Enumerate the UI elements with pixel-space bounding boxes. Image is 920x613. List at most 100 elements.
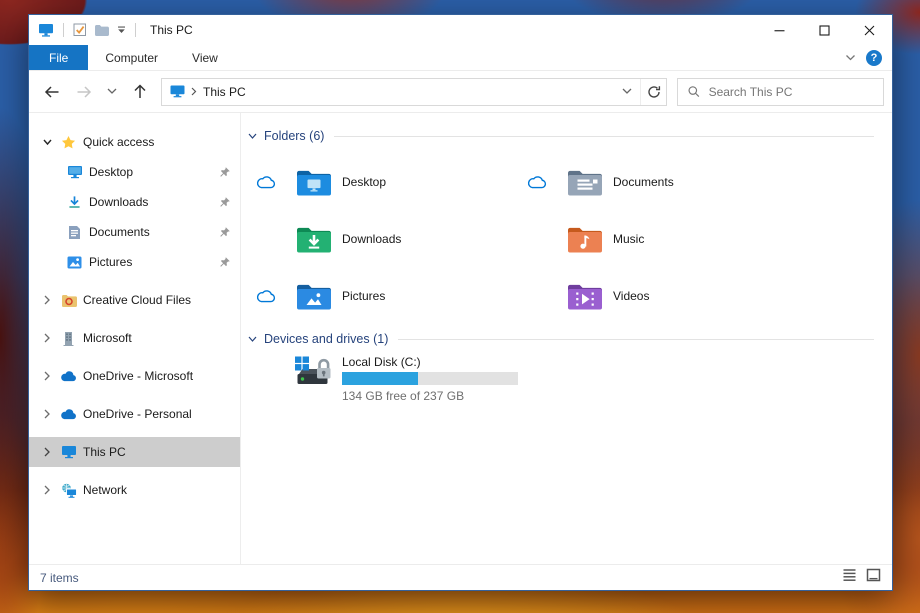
- sidebar-item-onedrive-personal[interactable]: OneDrive - Personal: [29, 399, 240, 429]
- sidebar-item-documents[interactable]: Documents: [29, 217, 240, 247]
- customize-toolbar-button[interactable]: [117, 26, 126, 34]
- tab-view[interactable]: View: [175, 45, 235, 70]
- downloads-folder-icon: [295, 223, 333, 254]
- onedrive-cloud-icon: [60, 370, 77, 382]
- chevron-down-icon: [42, 139, 52, 145]
- drive-name: Local Disk (C:): [342, 355, 421, 369]
- chevron-down-icon: [846, 54, 855, 60]
- folder-tile-music[interactable]: Music: [512, 210, 783, 267]
- tab-computer[interactable]: Computer: [88, 45, 175, 70]
- drive-tile-local-disk[interactable]: Local Disk (C:) 134 GB free of 237 GB: [241, 354, 874, 403]
- breadcrumb-label: This PC: [203, 84, 246, 99]
- folder-tile-desktop[interactable]: Desktop: [241, 153, 512, 210]
- pictures-folder-icon: [295, 280, 333, 311]
- this-pc-icon: [38, 23, 54, 38]
- thumbnail-view-button[interactable]: [866, 568, 881, 587]
- forward-arrow-icon: [77, 85, 92, 98]
- close-button[interactable]: [847, 15, 892, 45]
- pin-icon[interactable]: [219, 166, 231, 181]
- drive-usage-fill: [342, 372, 418, 385]
- documents-icon: [66, 225, 83, 240]
- pin-icon[interactable]: [219, 226, 231, 241]
- titlebar[interactable]: This PC: [29, 15, 892, 45]
- videos-folder-icon: [566, 280, 604, 311]
- network-icon: [60, 483, 77, 498]
- window-controls: [757, 15, 892, 45]
- up-arrow-icon: [134, 84, 146, 98]
- local-disk-icon: [293, 354, 335, 391]
- onedrive-cloud-icon: [60, 408, 77, 420]
- folder-tile-downloads[interactable]: Downloads: [241, 210, 512, 267]
- properties-button[interactable]: [73, 23, 87, 37]
- maximize-button[interactable]: [802, 15, 847, 45]
- status-bar: 7 items: [29, 564, 892, 590]
- minimize-ribbon-button[interactable]: [845, 49, 856, 67]
- folder-tile-pictures[interactable]: Pictures: [241, 267, 512, 324]
- back-button[interactable]: [37, 78, 67, 106]
- address-dropdown-button[interactable]: [614, 79, 640, 105]
- chevron-right-icon: [44, 447, 50, 457]
- minimize-icon: [774, 29, 785, 31]
- chevron-right-icon: [44, 409, 50, 419]
- chevron-down-icon: [622, 88, 632, 94]
- chevron-right-icon: [191, 87, 197, 96]
- tab-file[interactable]: File: [29, 45, 89, 70]
- recent-locations-button[interactable]: [101, 78, 123, 106]
- sidebar-item-onedrive-microsoft[interactable]: OneDrive - Microsoft: [29, 361, 240, 391]
- chevron-right-icon: [44, 295, 50, 305]
- chevron-down-icon: [107, 88, 117, 94]
- folder-tile-documents[interactable]: Documents: [512, 153, 783, 210]
- sidebar-item-pictures[interactable]: Pictures: [29, 247, 240, 277]
- sidebar-item-creative-cloud-files[interactable]: Creative Cloud Files: [29, 285, 240, 315]
- forward-button[interactable]: [69, 78, 99, 106]
- sync-status-cloud-icon: [527, 175, 547, 189]
- folders-grid: Desktop Downloads Pictures Documents Mus…: [241, 153, 874, 324]
- ribbon-tabs: File Computer View ?: [29, 45, 892, 71]
- pin-icon[interactable]: [219, 256, 231, 271]
- pin-icon[interactable]: [219, 196, 231, 211]
- quick-access-star-icon: [60, 135, 77, 150]
- sidebar-item-microsoft[interactable]: Microsoft: [29, 323, 240, 353]
- navigation-pane: Quick access Desktop Downloads Documents…: [29, 113, 241, 564]
- close-icon: [864, 25, 875, 35]
- sidebar-item-desktop[interactable]: Desktop: [29, 157, 240, 187]
- new-folder-icon: [94, 24, 109, 36]
- sidebar-item-downloads[interactable]: Downloads: [29, 187, 240, 217]
- toolbar-separator: [63, 23, 64, 37]
- minimize-button[interactable]: [757, 15, 802, 45]
- details-view-icon: [843, 569, 856, 581]
- desktop-folder-icon: [295, 166, 333, 197]
- back-arrow-icon: [44, 85, 59, 98]
- maximize-icon: [819, 24, 830, 36]
- window-title: This PC: [150, 23, 193, 37]
- drive-usage-bar: [342, 372, 518, 385]
- desktop-icon: [66, 165, 83, 179]
- items-count: 7 items: [40, 570, 79, 585]
- building-icon: [60, 331, 77, 346]
- search-box[interactable]: [677, 77, 884, 106]
- refresh-button[interactable]: [640, 78, 666, 105]
- search-input[interactable]: [708, 84, 873, 99]
- folder-tile-videos[interactable]: Videos: [512, 267, 783, 324]
- file-explorer-window: This PC File Computer View ? This PC Sea…: [28, 14, 893, 591]
- chevron-down-icon: [248, 133, 257, 139]
- sidebar-item-this-pc[interactable]: This PC: [29, 437, 240, 467]
- group-header-folders[interactable]: Folders (6): [248, 129, 874, 143]
- help-button[interactable]: ?: [866, 49, 882, 66]
- chevron-down-icon: [248, 336, 257, 342]
- quick-access-toolbar: This PC: [29, 23, 193, 38]
- breadcrumb[interactable]: This PC: [162, 85, 254, 99]
- refresh-icon: [647, 85, 660, 98]
- details-view-button[interactable]: [842, 568, 857, 587]
- thumbnail-view-icon: [866, 568, 881, 582]
- sidebar-item-quick-access[interactable]: Quick access: [29, 127, 240, 157]
- properties-check-icon: [73, 23, 86, 36]
- address-bar[interactable]: This PC: [161, 77, 667, 106]
- up-button[interactable]: [125, 78, 155, 106]
- new-folder-button[interactable]: [94, 24, 110, 37]
- group-divider: [334, 135, 874, 137]
- group-header-devices[interactable]: Devices and drives (1): [248, 332, 874, 346]
- sidebar-item-network[interactable]: Network: [29, 475, 240, 505]
- search-icon: [688, 86, 700, 97]
- file-list-area: Folders (6) Desktop Downloads Pictures D…: [241, 113, 892, 564]
